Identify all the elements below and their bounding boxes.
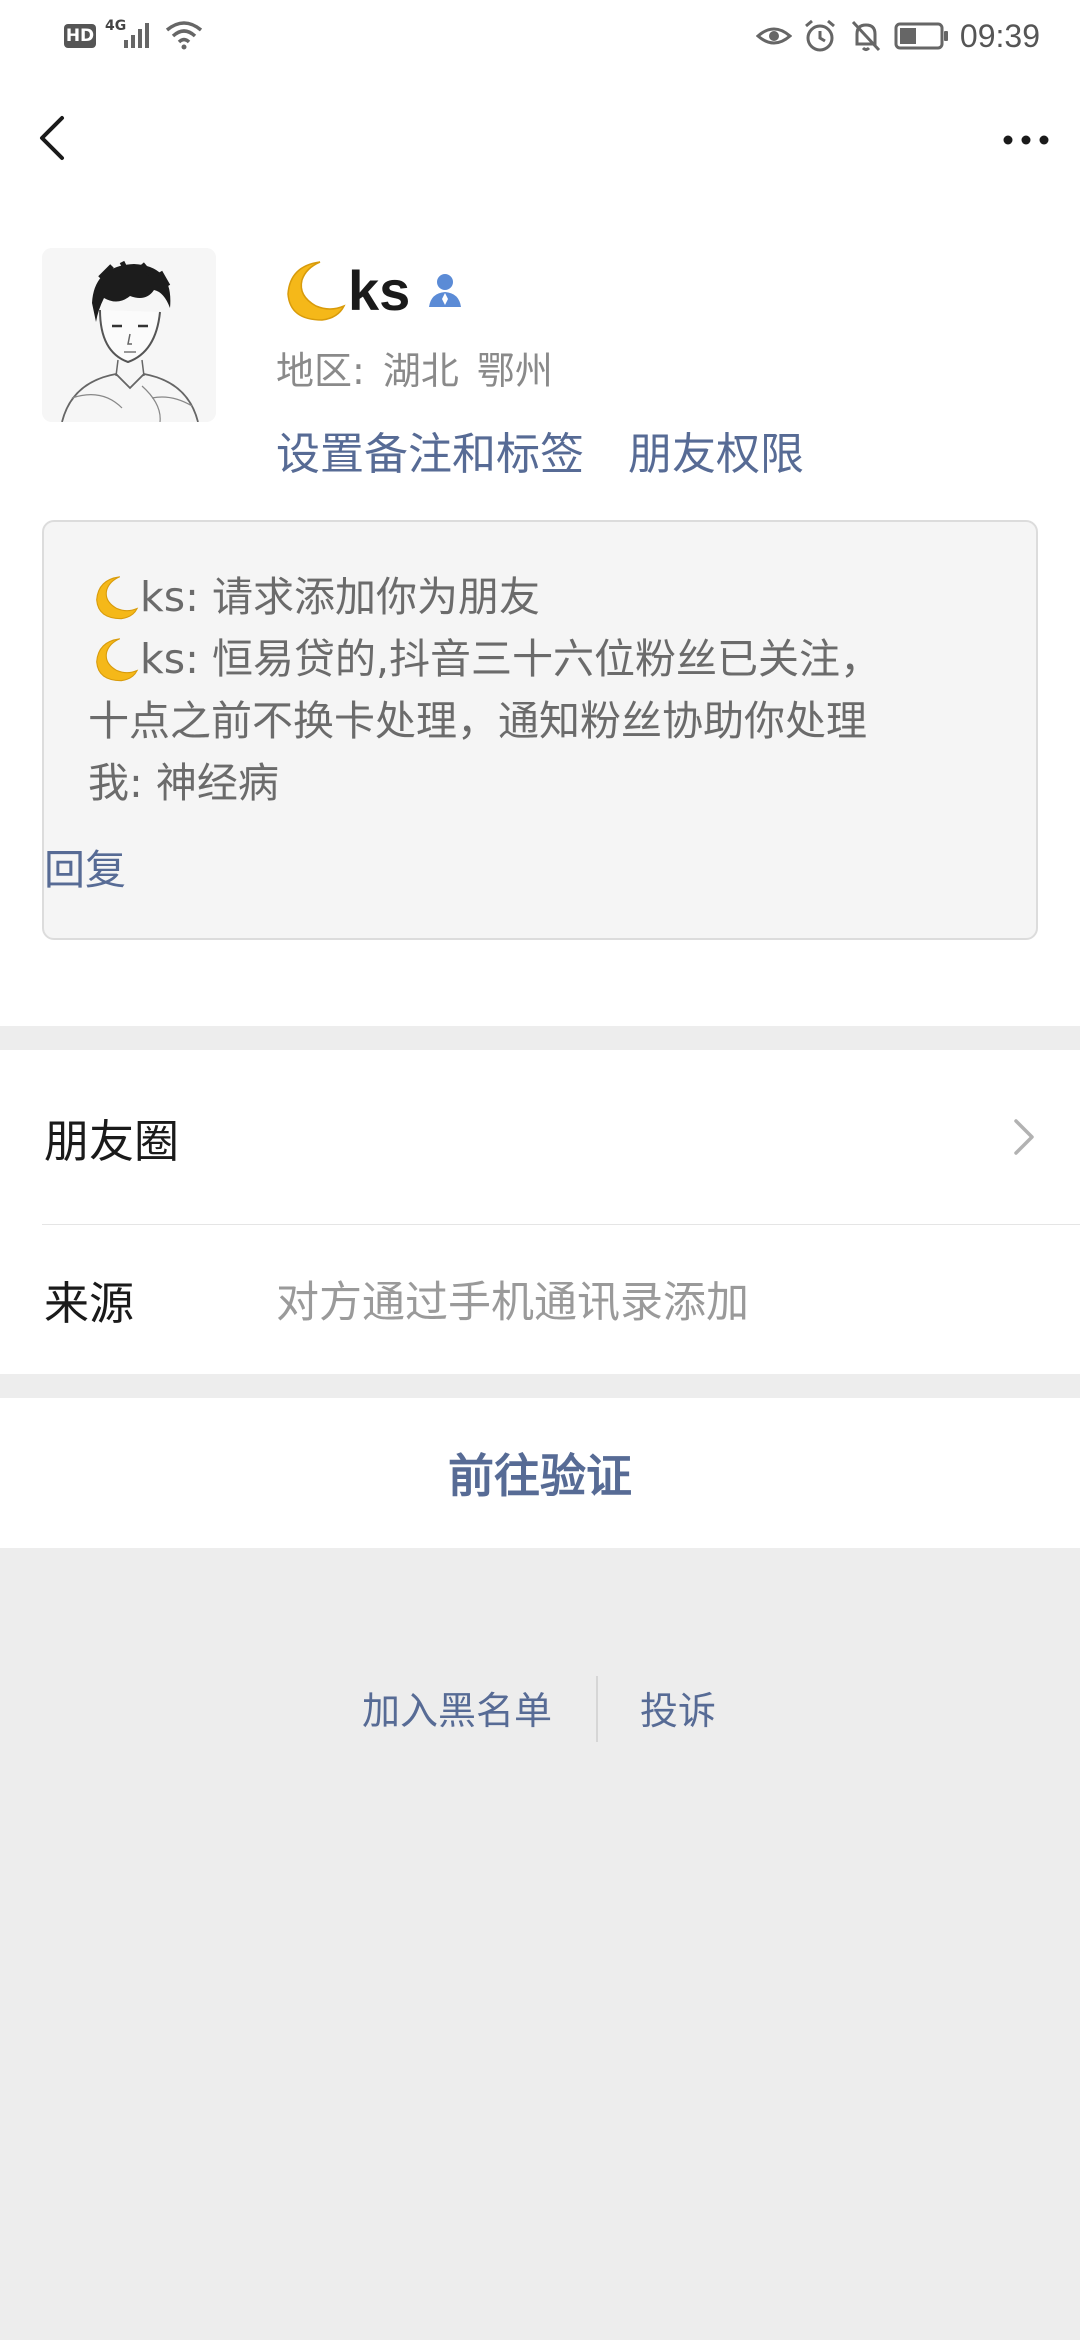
eye-icon (755, 27, 792, 45)
profile-header-area: HD 4G 09:39 ks 地区: 湖北 鄂州 设置备注和标签 朋友权限 ks… (0, 0, 1080, 1026)
message-line: ks: 恒易贷的,抖音三十六位粉丝已关注， (88, 628, 1006, 690)
bottom-divider (596, 1676, 598, 1742)
region-province: 湖北 (382, 349, 459, 393)
avatar[interactable] (42, 248, 216, 422)
complain-link[interactable]: 投诉 (640, 1680, 716, 1735)
mute-bell-icon (851, 20, 881, 52)
contact-name: ks (348, 258, 411, 322)
message-text: ks: 恒易贷的,抖音三十六位粉丝已关注， (140, 635, 881, 683)
source-row: 来源 对方通过手机通讯录添加 (0, 1224, 1080, 1374)
go-verify-button[interactable]: 前往验证 (0, 1398, 1080, 1548)
status-right-group: 09:39 (755, 14, 1040, 58)
wifi-icon (165, 21, 203, 50)
reply-link[interactable]: 回复 (44, 846, 126, 894)
friend-permission-link[interactable]: 朋友权限 (628, 418, 804, 482)
info-list: 朋友圈 来源 对方通过手机通讯录添加 (0, 1050, 1080, 1374)
status-time: 09:39 (959, 17, 1040, 54)
verify-section: 前往验证 (0, 1398, 1080, 1548)
moments-row[interactable]: 朋友圈 (0, 1050, 1080, 1224)
region-city: 鄂州 (476, 349, 553, 393)
crescent-moon-icon (96, 638, 139, 682)
battery-icon (894, 22, 948, 50)
back-arrow-icon[interactable] (30, 108, 74, 168)
status-bar: HD 4G 09:39 (0, 0, 1080, 72)
set-remark-link[interactable]: 设置备注和标签 (276, 418, 584, 482)
more-dots-icon[interactable] (996, 118, 1056, 162)
profile-name-row: ks (276, 250, 466, 330)
region-label: 地区: (276, 349, 365, 393)
source-label: 来源 (44, 1276, 135, 1330)
bottom-actions: 加入黑名单 投诉 (0, 1670, 1080, 1750)
moments-label: 朋友圈 (44, 1114, 180, 1168)
message-text: 我: 神经病 (88, 759, 279, 807)
message-text: 十点之前不换卡处理，通知粉丝协助你处理 (88, 697, 867, 745)
region-info: 地区: 湖北 鄂州 (276, 340, 553, 395)
profile-actions: 设置备注和标签 朋友权限 (276, 418, 804, 482)
alarm-clock-icon (804, 19, 835, 52)
avatar-illustration (42, 248, 216, 422)
hd-badge: HD (64, 24, 96, 48)
message-lines: ks: 请求添加你为朋友 ks: 恒易贷的,抖音三十六位粉丝已关注， 十点之前不… (88, 566, 1006, 814)
source-value: 对方通过手机通讯录添加 (276, 1278, 749, 1328)
signal-strength-icon (124, 23, 149, 48)
reply-link-wrapper: 回复 (44, 836, 126, 896)
message-line: ks: 请求添加你为朋友 (88, 566, 1006, 628)
verification-message-box: ks: 请求添加你为朋友 ks: 恒易贷的,抖音三十六位粉丝已关注， 十点之前不… (42, 520, 1038, 940)
message-line: 十点之前不换卡处理，通知粉丝协助你处理 (88, 690, 1006, 752)
crescent-moon-icon (96, 576, 139, 620)
message-line: 我: 神经病 (88, 752, 1006, 814)
crescent-moon-icon (287, 261, 346, 321)
add-to-blacklist-link[interactable]: 加入黑名单 (362, 1680, 552, 1735)
message-text: ks: 请求添加你为朋友 (140, 573, 540, 621)
contact-profile-page: HD 4G 09:39 ks 地区: 湖北 鄂州 设置备注和标签 朋友权限 ks… (0, 0, 1080, 2340)
contact-person-icon (429, 274, 462, 307)
chevron-right-icon (1014, 1119, 1034, 1155)
